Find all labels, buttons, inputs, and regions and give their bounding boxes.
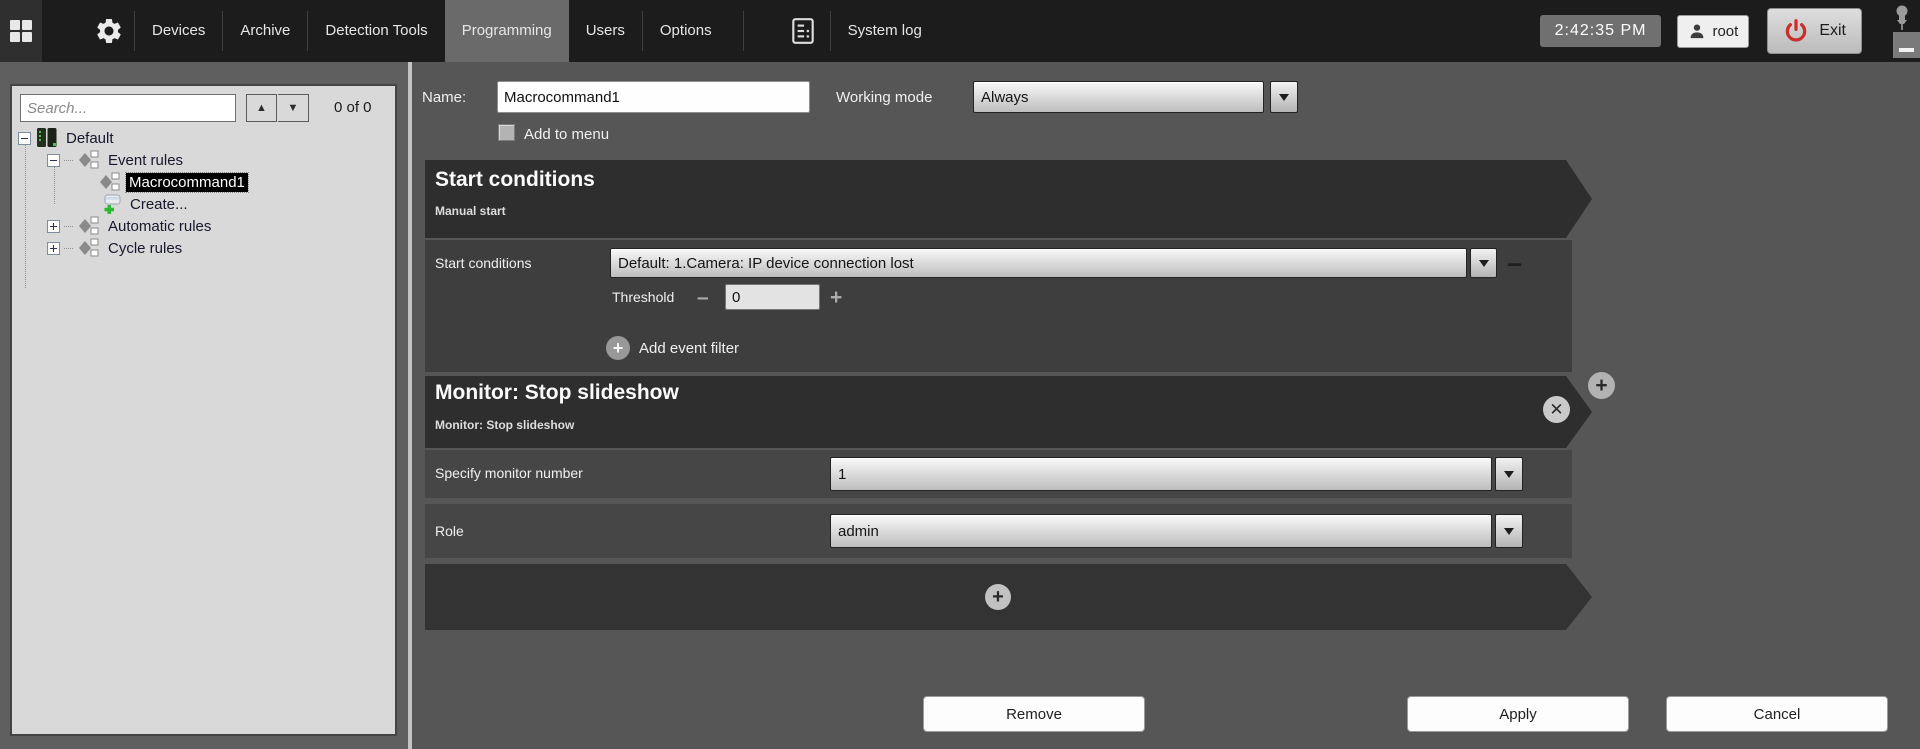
tree-item-label: Cycle rules: [108, 239, 183, 257]
section-subtitle: Manual start: [435, 204, 506, 218]
start-conditions-body: Start conditions Default: 1.Camera: IP d…: [425, 240, 1572, 372]
minimize-dash-icon: [1899, 48, 1914, 52]
tab-devices[interactable]: Devices: [135, 0, 222, 62]
start-conditions-row-label: Start conditions: [435, 255, 532, 271]
application-window: Devices Archive Detection Tools Programm…: [0, 0, 1920, 749]
panel-splitter[interactable]: [408, 62, 412, 749]
add-to-menu-checkbox[interactable]: [498, 124, 515, 141]
tree-item-default[interactable]: Default: [18, 128, 117, 148]
search-match-counter: 0 of 0: [334, 99, 372, 116]
tree-connector: [54, 164, 55, 204]
event-condition-dropdown[interactable]: Default: 1.Camera: IP device connection …: [610, 248, 1467, 278]
clock-display: 2:42:35 PM: [1539, 15, 1662, 47]
role-dropdown-arrow[interactable]: [1495, 514, 1523, 548]
working-mode-dropdown-arrow[interactable]: [1270, 81, 1298, 113]
divider: [742, 11, 744, 51]
collapse-handle[interactable]: [1893, 32, 1920, 58]
cancel-button[interactable]: Cancel: [1666, 696, 1888, 732]
search-next-button[interactable]: ▼: [278, 94, 309, 122]
search-prev-button[interactable]: ▲: [246, 94, 277, 122]
add-section-band: +: [425, 564, 1592, 630]
exit-button[interactable]: Exit: [1767, 8, 1862, 54]
rule-node-icon: [79, 238, 99, 257]
tree-item-cycle-rules[interactable]: Cycle rules: [47, 238, 185, 258]
expand-toggle-icon[interactable]: [47, 219, 60, 233]
power-icon: [1786, 19, 1807, 42]
user-icon: [1691, 24, 1704, 39]
settings-gear-button[interactable]: [92, 14, 126, 48]
remove-button[interactable]: Remove: [923, 696, 1145, 732]
rule-node-icon: [79, 150, 99, 169]
top-navigation-bar: Devices Archive Detection Tools Programm…: [0, 0, 1920, 62]
tree-item-label: Automatic rules: [108, 217, 212, 235]
event-condition-dropdown-arrow[interactable]: [1470, 248, 1497, 278]
action-title: Monitor: Stop slideshow: [435, 381, 679, 404]
user-name: root: [1712, 22, 1739, 40]
tab-programming[interactable]: Programming: [444, 0, 569, 62]
pin-icon[interactable]: [1893, 4, 1911, 32]
exit-label: Exit: [1819, 22, 1846, 39]
tab-detection-tools[interactable]: Detection Tools: [308, 0, 444, 62]
user-button[interactable]: root: [1677, 14, 1750, 48]
threshold-label: Threshold: [612, 289, 675, 305]
gear-icon: [97, 19, 121, 43]
role-row: Role admin: [425, 504, 1572, 558]
tree-connector: [64, 225, 73, 227]
name-field-label: Name:: [422, 89, 467, 106]
action-section-header: Monitor: Stop slideshow Monitor: Stop sl…: [425, 376, 1592, 448]
add-event-filter-plus-icon[interactable]: +: [606, 336, 630, 360]
threshold-increase-button[interactable]: +: [830, 287, 842, 308]
rule-node-icon: [100, 172, 120, 191]
close-action-button[interactable]: ✕: [1543, 396, 1570, 423]
collapse-toggle-icon[interactable]: [18, 131, 31, 145]
object-tree-panel: ▲ ▼ 0 of 0 Default: [10, 84, 397, 736]
tree-connector: [25, 142, 26, 288]
tree-item-event-rules[interactable]: Event rules: [47, 150, 186, 170]
role-dropdown[interactable]: admin: [830, 514, 1492, 548]
working-mode-dropdown[interactable]: Always: [973, 81, 1264, 113]
tree-item-create[interactable]: Create...: [101, 194, 191, 214]
threshold-decrease-button[interactable]: –: [697, 287, 709, 308]
system-log-icon[interactable]: [788, 0, 818, 62]
create-plus-icon: [104, 194, 121, 214]
remove-condition-button[interactable]: –: [1507, 250, 1522, 277]
add-action-button[interactable]: +: [1588, 372, 1615, 399]
threshold-input[interactable]: [725, 284, 820, 310]
add-to-menu-label: Add to menu: [524, 126, 610, 143]
tab-options[interactable]: Options: [643, 0, 729, 62]
monitor-number-row: Specify monitor number 1: [425, 450, 1572, 498]
server-icon: [37, 128, 57, 147]
apply-button[interactable]: Apply: [1407, 696, 1629, 732]
add-section-plus-button[interactable]: +: [985, 584, 1011, 610]
tree-connector: [64, 247, 73, 249]
rule-node-icon: [79, 216, 99, 235]
tree-connector: [64, 159, 73, 161]
section-title: Start conditions: [435, 168, 595, 191]
tab-archive[interactable]: Archive: [223, 0, 307, 62]
system-log-button[interactable]: System log: [831, 0, 939, 62]
expand-toggle-icon[interactable]: [47, 241, 60, 255]
tab-users[interactable]: Users: [569, 0, 642, 62]
collapse-toggle-icon[interactable]: [47, 153, 60, 167]
start-conditions-section-header: Start conditions Manual start: [425, 160, 1592, 238]
monitor-number-label: Specify monitor number: [435, 465, 583, 481]
app-grid-menu-button[interactable]: [0, 0, 42, 62]
tree-item-label: Create...: [130, 195, 188, 213]
search-input[interactable]: [20, 94, 236, 122]
name-input[interactable]: [497, 81, 810, 113]
tree-item-label: Default: [66, 129, 114, 147]
tree-item-label: Event rules: [108, 151, 184, 169]
tree-item-automatic-rules[interactable]: Automatic rules: [47, 216, 214, 236]
working-mode-label: Working mode: [836, 89, 933, 106]
tree-item-macrocommand1[interactable]: Macrocommand1: [98, 171, 249, 193]
monitor-number-dropdown-arrow[interactable]: [1495, 457, 1523, 491]
action-subtitle: Monitor: Stop slideshow: [435, 418, 575, 432]
monitor-number-dropdown[interactable]: 1: [830, 457, 1492, 491]
add-event-filter-label[interactable]: Add event filter: [639, 340, 739, 357]
grid-icon: [10, 20, 32, 42]
role-label: Role: [435, 523, 464, 539]
tree-item-label-selected: Macrocommand1: [125, 171, 249, 193]
